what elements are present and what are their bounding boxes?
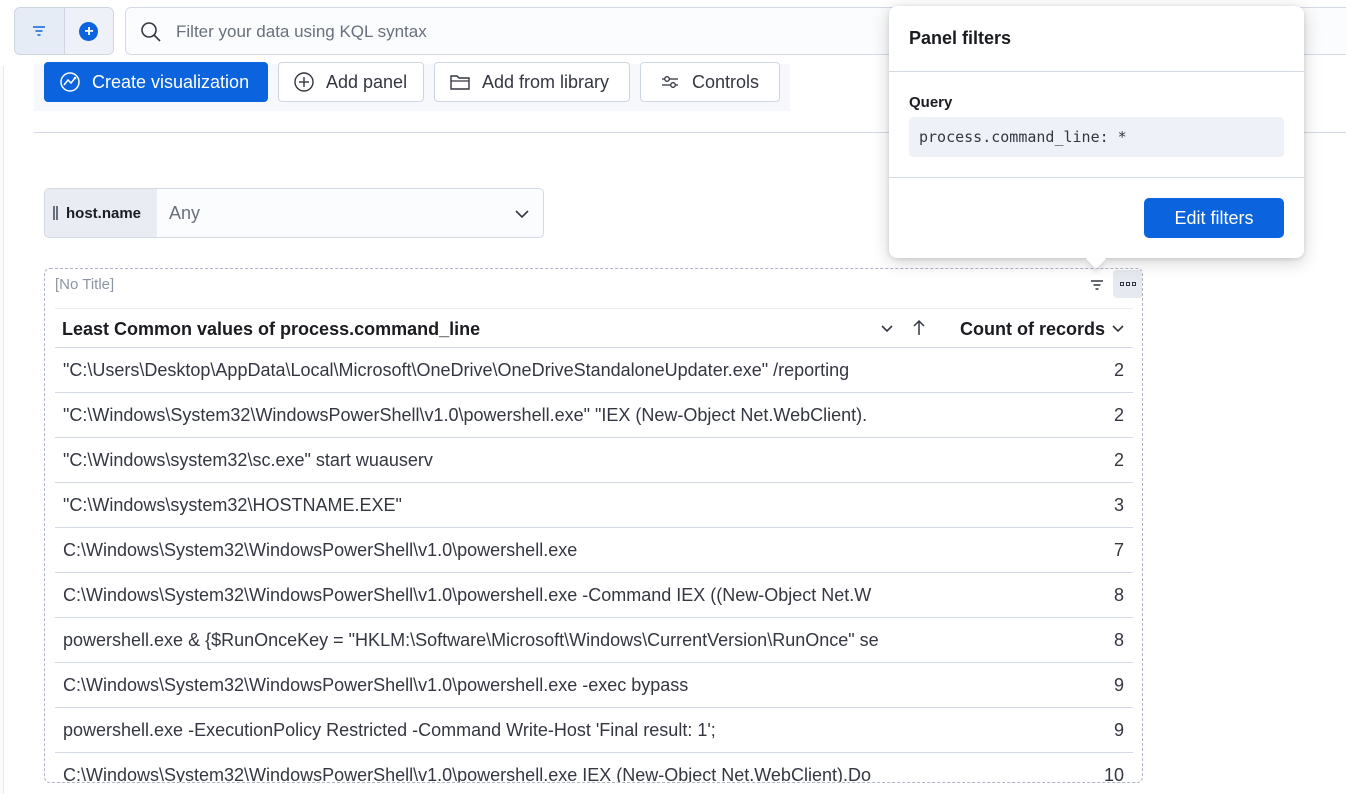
chevron-down-icon[interactable] — [880, 322, 894, 336]
table-row[interactable]: powershell.exe & {$RunOnceKey = "HKLM:\S… — [55, 618, 1133, 663]
count-cell: 2 — [1113, 405, 1124, 425]
control-value: Any — [169, 203, 201, 223]
search-icon — [141, 22, 161, 42]
count-cell: 8 — [1113, 585, 1124, 605]
count-cell: 9 — [1113, 720, 1124, 740]
add-from-library-button[interactable]: Add from library — [434, 62, 630, 102]
panel-options-menu-button[interactable] — [1113, 270, 1142, 298]
count-cell: 7 — [1113, 540, 1124, 560]
command-line-cell: "C:\Users\Desktop\AppData\Local\Microsof… — [63, 360, 850, 380]
query-value: process.command_line: * — [909, 117, 1284, 157]
column-header-count[interactable]: Count of records — [960, 319, 1105, 340]
chevron-down-icon[interactable] — [513, 205, 531, 223]
command-line-cell: "C:\Windows\System32\WindowsPowerShell\v… — [63, 405, 868, 425]
sort-ascending-icon[interactable] — [911, 319, 927, 337]
page-left-edge — [0, 0, 4, 794]
add-panel-label: Add panel — [326, 71, 408, 92]
panel-filter-icon[interactable] — [1089, 277, 1105, 293]
filter-menu-button[interactable] — [15, 8, 64, 54]
table-row[interactable]: C:\Windows\System32\WindowsPowerShell\v1… — [55, 663, 1133, 708]
command-line-cell: C:\Windows\System32\WindowsPowerShell\v1… — [63, 765, 871, 783]
create-visualization-button[interactable]: Create visualization — [44, 62, 268, 102]
panel-title: [No Title] — [55, 276, 115, 293]
data-table: Least Common values of process.command_l… — [55, 308, 1133, 783]
popover-arrow — [1086, 249, 1106, 269]
query-label: Query — [909, 94, 953, 111]
query-bar-button-group: + — [14, 7, 114, 55]
count-cell: 10 — [1103, 765, 1124, 783]
add-panel-button[interactable]: Add panel — [278, 62, 424, 102]
popover-divider — [889, 71, 1304, 72]
filter-icon — [33, 26, 46, 36]
visualization-panel: [No Title] Least Common values of proces… — [44, 268, 1143, 783]
count-cell: 3 — [1113, 495, 1124, 515]
command-line-cell: C:\Windows\System32\WindowsPowerShell\v1… — [63, 675, 689, 695]
count-cell: 8 — [1113, 630, 1124, 650]
add-from-library-label: Add from library — [482, 71, 610, 92]
visualization-icon — [60, 72, 80, 92]
table-row[interactable]: C:\Windows\System32\WindowsPowerShell\v1… — [55, 528, 1133, 573]
table-row[interactable]: "C:\Users\Desktop\AppData\Local\Microsof… — [55, 348, 1133, 393]
create-visualization-label: Create visualization — [92, 71, 250, 92]
table-row[interactable]: C:\Windows\System32\WindowsPowerShell\v1… — [55, 573, 1133, 618]
count-cell: 9 — [1113, 675, 1124, 695]
control-field-name: host.name — [66, 204, 142, 222]
column-header-command-line[interactable]: Least Common values of process.command_l… — [62, 319, 480, 340]
plus-circle-icon: + — [79, 21, 99, 41]
table-row[interactable]: "C:\Windows\System32\WindowsPowerShell\v… — [55, 393, 1133, 438]
count-cell: 2 — [1113, 450, 1124, 470]
plus-in-circle-icon — [294, 72, 314, 92]
controls-label: Controls — [692, 71, 760, 92]
boxes-icon-part — [1120, 282, 1124, 286]
table-row[interactable]: "C:\Windows\system32\sc.exe" start wuaus… — [55, 438, 1133, 483]
table-row[interactable]: C:\Windows\System32\WindowsPowerShell\v1… — [55, 753, 1133, 783]
table-row[interactable]: powershell.exe -ExecutionPolicy Restrict… — [55, 708, 1133, 753]
command-line-cell: C:\Windows\System32\WindowsPowerShell\v1… — [63, 585, 872, 605]
command-line-cell: powershell.exe -ExecutionPolicy Restrict… — [63, 720, 716, 740]
sliders-icon — [662, 76, 678, 88]
popover-title: Panel filters — [909, 28, 1012, 48]
command-line-cell: "C:\Windows\system32\sc.exe" start wuaus… — [63, 450, 433, 470]
control-label[interactable]: host.name — [45, 189, 157, 237]
search-placeholder: Filter your data using KQL syntax — [176, 22, 427, 41]
boxes-icon-part — [1132, 282, 1136, 286]
table-header: Least Common values of process.command_l… — [55, 308, 1133, 348]
edit-filters-button[interactable]: Edit filters — [1144, 198, 1284, 238]
boxes-icon-part — [1126, 282, 1130, 286]
chevron-down-icon[interactable] — [1111, 322, 1125, 336]
folder-icon — [450, 75, 470, 90]
panel-filters-popover: Panel filters Query process.command_line… — [889, 6, 1304, 269]
count-cell: 2 — [1113, 360, 1124, 380]
add-filter-button[interactable]: + — [63, 8, 113, 54]
command-line-cell: powershell.exe & {$RunOnceKey = "HKLM:\S… — [63, 630, 879, 650]
drag-handle-icon[interactable] — [53, 206, 58, 220]
popover-divider — [889, 177, 1304, 178]
options-list-control[interactable]: host.name Any — [44, 188, 544, 238]
command-line-cell: "C:\Windows\system32\HOSTNAME.EXE" — [63, 495, 402, 515]
table-row[interactable]: "C:\Windows\system32\HOSTNAME.EXE" 3 — [55, 483, 1133, 528]
controls-button[interactable]: Controls — [640, 62, 780, 102]
command-line-cell: C:\Windows\System32\WindowsPowerShell\v1… — [63, 540, 578, 560]
